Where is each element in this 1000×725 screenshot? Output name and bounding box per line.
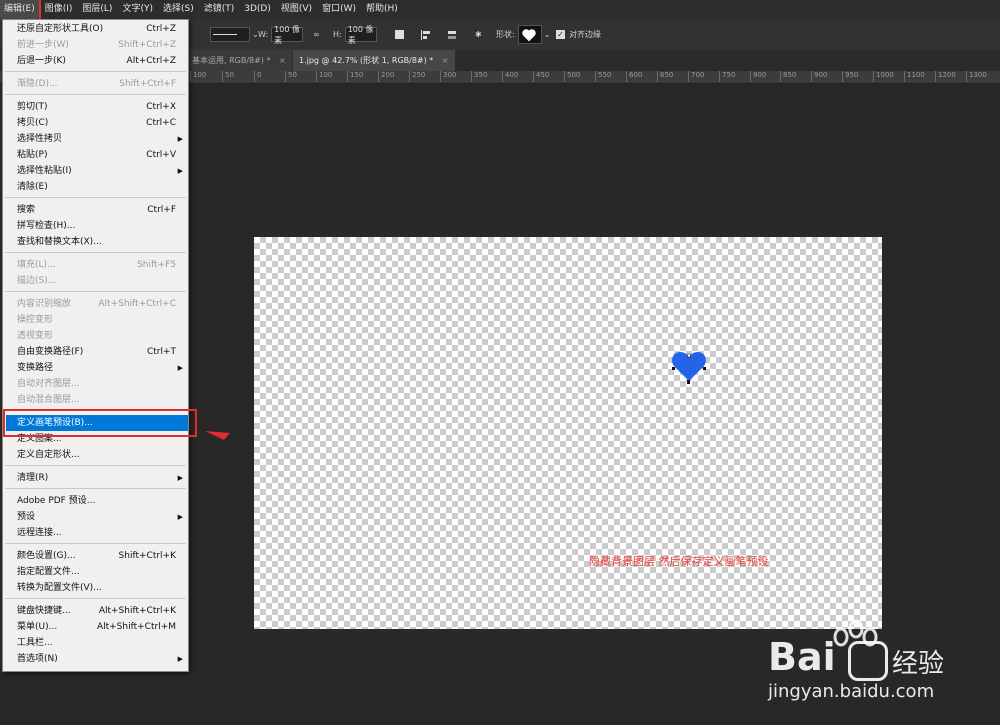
menu-separator — [5, 543, 186, 544]
menu-item-clear[interactable]: 清除(E) — [3, 179, 188, 195]
menu-separator — [5, 197, 186, 198]
menu-item-cut[interactable]: 剪切(T) Ctrl+X — [3, 99, 188, 115]
menu-item-stroke[interactable]: 描边(S)... — [3, 273, 188, 289]
menu-item-copy-special[interactable]: 选择性拷贝 ▶ — [3, 131, 188, 147]
menu-item-copy[interactable]: 拷贝(C) Ctrl+C — [3, 115, 188, 131]
menu-item-assign-profile[interactable]: 指定配置文件... — [3, 564, 188, 580]
submenu-arrow-icon: ▶ — [177, 167, 183, 175]
menu-item-fill[interactable]: 填充(L)... Shift+F5 — [3, 257, 188, 273]
watermark-url: jingyan.baidu.com — [768, 681, 935, 702]
menu-item-purge[interactable]: 清理(R) ▶ — [3, 470, 188, 486]
menu-item-transform-path[interactable]: 变换路径 ▶ — [3, 360, 188, 376]
menu-item-auto-blend-layers[interactable]: 自动混合图层... — [3, 392, 188, 408]
menu-separator — [5, 465, 186, 466]
submenu-arrow-icon: ▶ — [177, 655, 183, 663]
menu-item-convert-to-profile[interactable]: 转换为配置文件(V)... — [3, 580, 188, 596]
menu-item-presets[interactable]: 预设 ▶ — [3, 509, 188, 525]
edit-menu-dropdown: 还原自定形状工具(O) Ctrl+Z 前进一步(W) Shift+Ctrl+Z 后退… — [2, 19, 189, 672]
watermark-du-icon — [848, 641, 888, 681]
menu-item-menus[interactable]: 菜单(U)... Alt+Shift+Ctrl+M — [3, 619, 188, 635]
baidu-watermark: Bai 经验 jingyan.baidu.com — [768, 615, 993, 715]
menu-item-find-replace[interactable]: 查找和替换文本(X)... — [3, 234, 188, 250]
menu-item-auto-align-layers[interactable]: 自动对齐图层... — [3, 376, 188, 392]
menu-separator — [5, 291, 186, 292]
menu-item-free-transform-path[interactable]: 自由变换路径(F) Ctrl+T — [3, 344, 188, 360]
submenu-arrow-icon: ▶ — [177, 513, 183, 521]
menu-item-spell-check[interactable]: 拼写检查(H)... — [3, 218, 188, 234]
menu-item-search[interactable]: 搜索 Ctrl+F — [3, 202, 188, 218]
menu-item-step-forward[interactable]: 前进一步(W) Shift+Ctrl+Z — [3, 37, 188, 53]
menu-separator — [5, 252, 186, 253]
submenu-arrow-icon: ▶ — [177, 364, 183, 372]
menu-item-toolbar[interactable]: 工具栏... — [3, 635, 188, 651]
highlight-box-define-brush — [3, 409, 197, 437]
menu-item-step-backward[interactable]: 后退一步(K) Alt+Ctrl+Z — [3, 53, 188, 69]
submenu-arrow-icon: ▶ — [177, 135, 183, 143]
watermark-brand: Bai — [768, 635, 836, 679]
menu-item-paste[interactable]: 粘贴(P) Ctrl+V — [3, 147, 188, 163]
menu-item-puppet-warp[interactable]: 操控变形 — [3, 312, 188, 328]
menu-item-adobe-pdf-presets[interactable]: Adobe PDF 预设... — [3, 493, 188, 509]
menu-item-perspective-warp[interactable]: 透视变形 — [3, 328, 188, 344]
menu-item-content-aware-scale[interactable]: 内容识别缩放 Alt+Shift+Ctrl+C — [3, 296, 188, 312]
menu-item-preferences[interactable]: 首选项(N) ▶ — [3, 651, 188, 667]
menu-separator — [5, 71, 186, 72]
watermark-brand2: 经验 — [892, 649, 945, 679]
menu-item-paste-special[interactable]: 选择性粘贴(I) ▶ — [3, 163, 188, 179]
menu-separator — [5, 488, 186, 489]
menu-item-color-settings[interactable]: 颜色设置(G)... Shift+Ctrl+K — [3, 548, 188, 564]
menu-item-define-custom-shape[interactable]: 定义自定形状... — [3, 447, 188, 463]
menu-item-keyboard-shortcuts[interactable]: 键盘快捷键... Alt+Shift+Ctrl+K — [3, 603, 188, 619]
menu-item-undo[interactable]: 还原自定形状工具(O) Ctrl+Z — [3, 21, 188, 37]
menu-item-remote-connections[interactable]: 远程连接... — [3, 525, 188, 541]
menu-separator — [5, 598, 186, 599]
menu-item-fade[interactable]: 渐隐(D)... Shift+Ctrl+F — [3, 76, 188, 92]
menu-separator — [5, 94, 186, 95]
submenu-arrow-icon: ▶ — [177, 474, 183, 482]
